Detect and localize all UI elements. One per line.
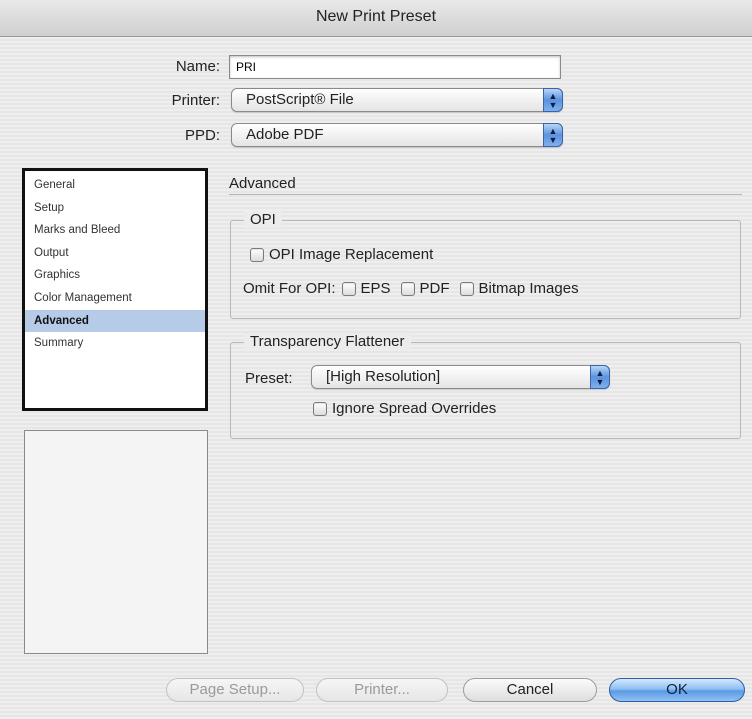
omit-eps-label: EPS bbox=[360, 280, 391, 297]
category-item-setup[interactable]: Setup bbox=[25, 197, 205, 220]
ignore-spread-overrides-label: Ignore Spread Overrides bbox=[332, 400, 497, 417]
category-item-marks-and-bleed[interactable]: Marks and Bleed bbox=[25, 219, 205, 242]
flattener-preset-select[interactable]: [High Resolution] ▲ ▼ bbox=[311, 365, 610, 389]
opi-image-replacement-row[interactable]: OPI Image Replacement bbox=[250, 246, 433, 263]
omit-for-opi-row: Omit For OPI: EPS PDF Bitmap Images bbox=[243, 280, 579, 297]
category-item-output[interactable]: Output bbox=[25, 242, 205, 265]
name-input[interactable] bbox=[230, 56, 560, 78]
opi-group bbox=[230, 220, 741, 319]
updown-arrows-icon: ▲ ▼ bbox=[590, 365, 610, 389]
printer-select-value: PostScript® File bbox=[246, 91, 354, 108]
omit-bitmap-images-label: Bitmap Images bbox=[478, 280, 579, 297]
ppd-select-value: Adobe PDF bbox=[246, 126, 324, 143]
transparency-flattener-group bbox=[230, 342, 741, 439]
printer-label: Printer: bbox=[171, 92, 220, 109]
category-item-general[interactable]: General bbox=[25, 174, 205, 197]
updown-arrows-icon: ▲ ▼ bbox=[543, 88, 563, 112]
page-setup-button[interactable]: Page Setup... bbox=[166, 678, 304, 702]
ppd-label: PPD: bbox=[184, 127, 220, 144]
category-list[interactable]: General Setup Marks and Bleed Output Gra… bbox=[22, 168, 208, 411]
ok-button[interactable]: OK bbox=[609, 678, 745, 702]
opi-image-replacement-label: OPI Image Replacement bbox=[269, 246, 434, 263]
ignore-spread-overrides-checkbox[interactable] bbox=[313, 401, 327, 416]
category-item-advanced[interactable]: Advanced bbox=[25, 309, 205, 333]
category-item-summary[interactable]: Summary bbox=[25, 332, 205, 355]
omit-for-opi-label: Omit For OPI: bbox=[243, 280, 336, 297]
omit-bitmap-images-checkbox[interactable] bbox=[459, 281, 474, 296]
preset-label: Preset: bbox=[245, 370, 293, 387]
updown-arrows-icon: ▲ ▼ bbox=[543, 123, 563, 147]
ppd-select[interactable]: Adobe PDF ▲ ▼ bbox=[231, 123, 563, 147]
opi-group-legend: OPI bbox=[244, 211, 282, 228]
category-item-color-management[interactable]: Color Management bbox=[25, 287, 205, 310]
opi-image-replacement-checkbox[interactable] bbox=[250, 247, 264, 262]
category-item-graphics[interactable]: Graphics bbox=[25, 264, 205, 287]
omit-eps-checkbox[interactable] bbox=[341, 281, 356, 296]
flattener-preset-value: [High Resolution] bbox=[326, 368, 441, 385]
window-title-bar: New Print Preset bbox=[0, 0, 752, 37]
window-title: New Print Preset bbox=[315, 8, 437, 25]
name-field[interactable] bbox=[229, 55, 561, 79]
omit-pdf-label: PDF bbox=[419, 280, 450, 297]
ignore-spread-overrides-row[interactable]: Ignore Spread Overrides bbox=[313, 400, 496, 417]
printer-button[interactable]: Printer... bbox=[316, 678, 448, 702]
cancel-button[interactable]: Cancel bbox=[463, 678, 597, 702]
page-preview-box bbox=[24, 430, 208, 654]
omit-pdf-checkbox[interactable] bbox=[400, 281, 415, 296]
section-divider bbox=[229, 194, 742, 195]
transparency-flattener-legend: Transparency Flattener bbox=[244, 333, 411, 350]
section-title: Advanced bbox=[229, 175, 296, 192]
printer-select[interactable]: PostScript® File ▲ ▼ bbox=[231, 88, 563, 112]
name-label: Name: bbox=[175, 58, 220, 75]
